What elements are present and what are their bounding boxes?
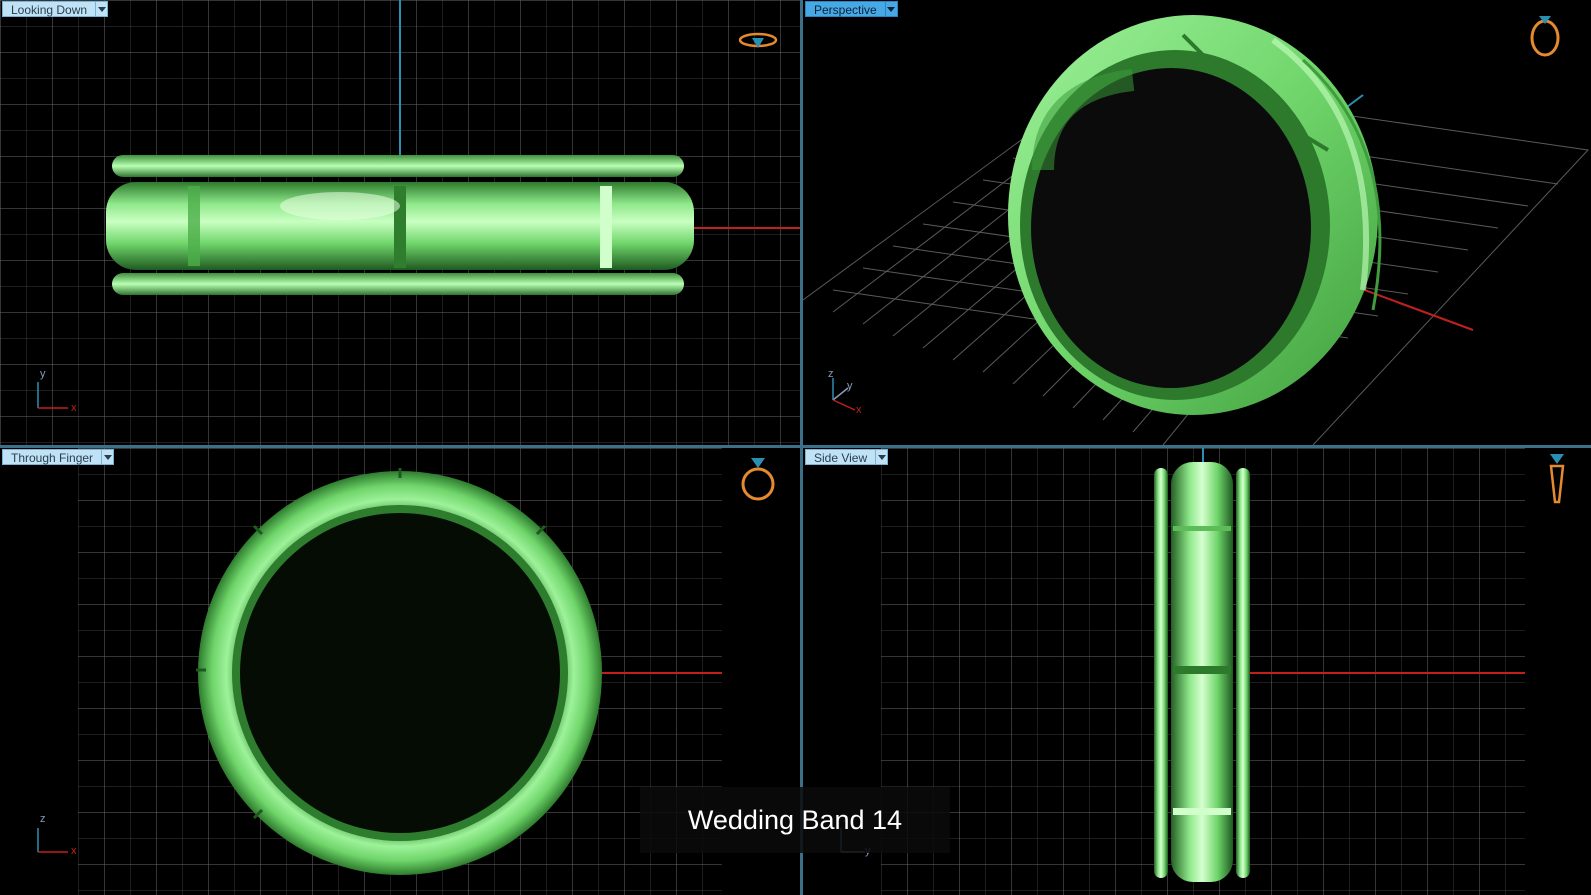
caption-text: Wedding Band 14	[687, 804, 903, 835]
viewport-label-looking-down[interactable]: Looking Down	[2, 1, 109, 17]
ring-perspective	[1008, 15, 1382, 415]
ring-front-view	[196, 468, 602, 875]
view-dropdown-arrow-icon[interactable]	[876, 449, 889, 465]
ring-front-view-icon	[741, 458, 775, 501]
viewport-label-perspective[interactable]: Perspective	[805, 1, 898, 17]
axis-label-y: y	[40, 368, 46, 380]
ring-top-view	[106, 155, 694, 295]
axis-triad	[37, 828, 68, 853]
axis-label-x: x	[856, 404, 862, 416]
viewport-label-side-view[interactable]: Side View	[805, 449, 889, 465]
viewport-label-text[interactable]: Through Finger	[2, 449, 103, 465]
axis-label-z: z	[40, 813, 46, 825]
perspective-scene[interactable]	[803, 0, 1591, 445]
viewport-label-text[interactable]: Perspective	[805, 1, 886, 17]
view-dropdown-arrow-icon[interactable]	[102, 449, 115, 465]
model-caption: Wedding Band 14	[640, 787, 950, 853]
viewport-looking-down[interactable]: y x Looking Down	[0, 0, 800, 445]
looking-down-scene[interactable]	[0, 0, 800, 445]
viewport-perspective[interactable]: z y x Perspective	[803, 0, 1591, 445]
view-dropdown-arrow-icon[interactable]	[96, 1, 109, 17]
ring-side-view-icon	[1549, 454, 1565, 504]
axis-label-x: x	[71, 845, 77, 857]
viewport-label-through-finger[interactable]: Through Finger	[2, 449, 115, 465]
viewport-label-text[interactable]: Side View	[805, 449, 877, 465]
ring-perspective-view-icon	[1530, 16, 1560, 57]
viewport-divider-horizontal[interactable]	[0, 445, 1591, 448]
viewport-label-text[interactable]: Looking Down	[2, 1, 97, 17]
axis-label-z: z	[828, 368, 834, 380]
view-dropdown-arrow-icon[interactable]	[885, 1, 898, 17]
axis-label-y: y	[847, 380, 853, 392]
axis-label-x: x	[71, 402, 77, 414]
